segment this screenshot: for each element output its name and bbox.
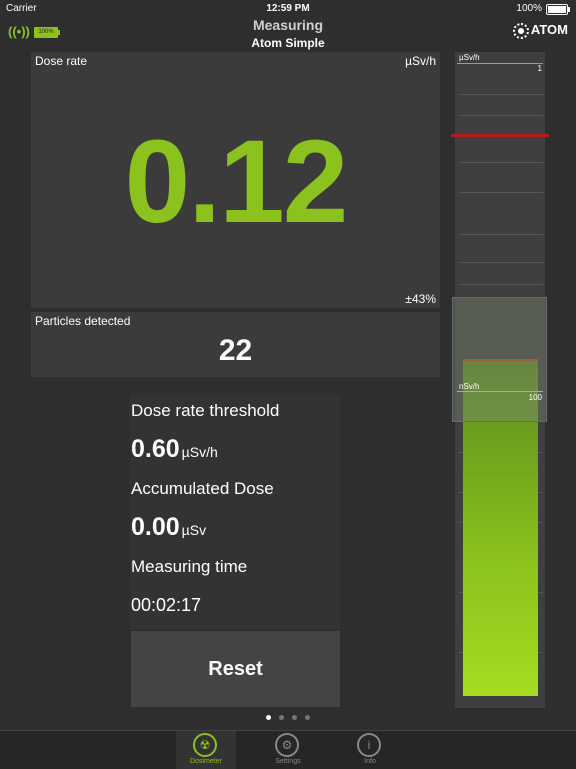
particles-label: Particles detected <box>35 314 131 328</box>
tab-label: Settings <box>275 758 301 765</box>
particles-panel: Particles detected 22 <box>31 312 440 377</box>
dose-rate-label: Dose rate <box>35 54 88 68</box>
gauge-mid-unit: nSv/h <box>459 382 480 391</box>
battery-icon <box>546 4 570 15</box>
accumulated-unit: µSv <box>181 522 207 538</box>
accumulated-number: 0.00 <box>131 513 180 541</box>
device-name: Atom Simple <box>251 36 325 50</box>
dose-gauge[interactable]: µSv/h 1 nSv/h 100 <box>451 52 549 708</box>
gauge-top-value: 1 <box>537 64 542 73</box>
dose-rate-error: ±43% <box>405 292 436 306</box>
atom-logo: ATOM <box>512 22 568 39</box>
gauge-grid-line <box>459 115 543 116</box>
gauge-grid-line <box>459 94 543 95</box>
status-bar: Carrier 12:59 PM 100% <box>0 0 576 16</box>
accumulated-label: Accumulated Dose <box>131 479 274 498</box>
tab-label: Dosimeter <box>190 758 222 765</box>
dose-rate-value: 0.12 <box>124 116 349 248</box>
page-indicator[interactable] <box>0 715 576 720</box>
gauge-threshold-line <box>451 134 549 137</box>
gear-icon: ⚙ <box>275 733 299 757</box>
particles-value: 22 <box>218 334 253 367</box>
tab-label: Info <box>364 758 376 765</box>
battery-percent: 100% <box>516 3 542 14</box>
clock: 12:59 PM <box>266 3 310 14</box>
gauge-top-line <box>457 63 543 64</box>
gauge-grid-line <box>459 262 543 263</box>
gauge-mid-value: 100 <box>528 393 542 402</box>
page-dot[interactable] <box>305 715 310 720</box>
gauge-zoom-window[interactable] <box>452 297 547 422</box>
info-icon: i <box>357 733 381 757</box>
threshold-label: Dose rate threshold <box>131 401 280 420</box>
page-title: Measuring <box>252 17 323 33</box>
gauge-mid-line <box>457 391 543 392</box>
threshold-value: 0.60 µSv/h <box>131 435 218 464</box>
page-dot[interactable] <box>279 715 284 720</box>
measuring-time-label: Measuring time <box>131 557 248 576</box>
threshold-unit: µSv/h <box>181 444 218 460</box>
dose-rate-unit: µSv/h <box>405 54 436 68</box>
gauge-grid-line <box>459 234 543 235</box>
measurement-info: Dose rate threshold 0.60 µSv/h Accumulate… <box>130 395 340 630</box>
measuring-time-value: 00:02:17 <box>131 595 202 615</box>
reset-button[interactable]: Reset <box>131 631 340 707</box>
accumulated-value: 0.00 µSv <box>131 513 206 542</box>
logo-text: ATOM <box>530 22 568 37</box>
page-dot[interactable] <box>266 715 271 720</box>
dose-rate-panel: Dose rate µSv/h 0.12 ±43% <box>31 52 440 308</box>
tab-info[interactable]: i Info <box>340 731 400 769</box>
radiation-icon: ☢ <box>193 733 217 757</box>
atom-logo-icon <box>512 22 529 39</box>
tab-bar: ☢ Dosimeter ⚙ Settings i Info <box>0 730 576 769</box>
threshold-number: 0.60 <box>131 435 180 463</box>
gauge-grid-line <box>459 192 543 193</box>
gauge-grid-line <box>459 284 543 285</box>
tab-dosimeter[interactable]: ☢ Dosimeter <box>176 731 236 769</box>
page-dot[interactable] <box>292 715 297 720</box>
gauge-top-unit: µSv/h <box>459 53 480 62</box>
gauge-grid-line <box>459 162 543 163</box>
tab-settings[interactable]: ⚙ Settings <box>258 731 318 769</box>
